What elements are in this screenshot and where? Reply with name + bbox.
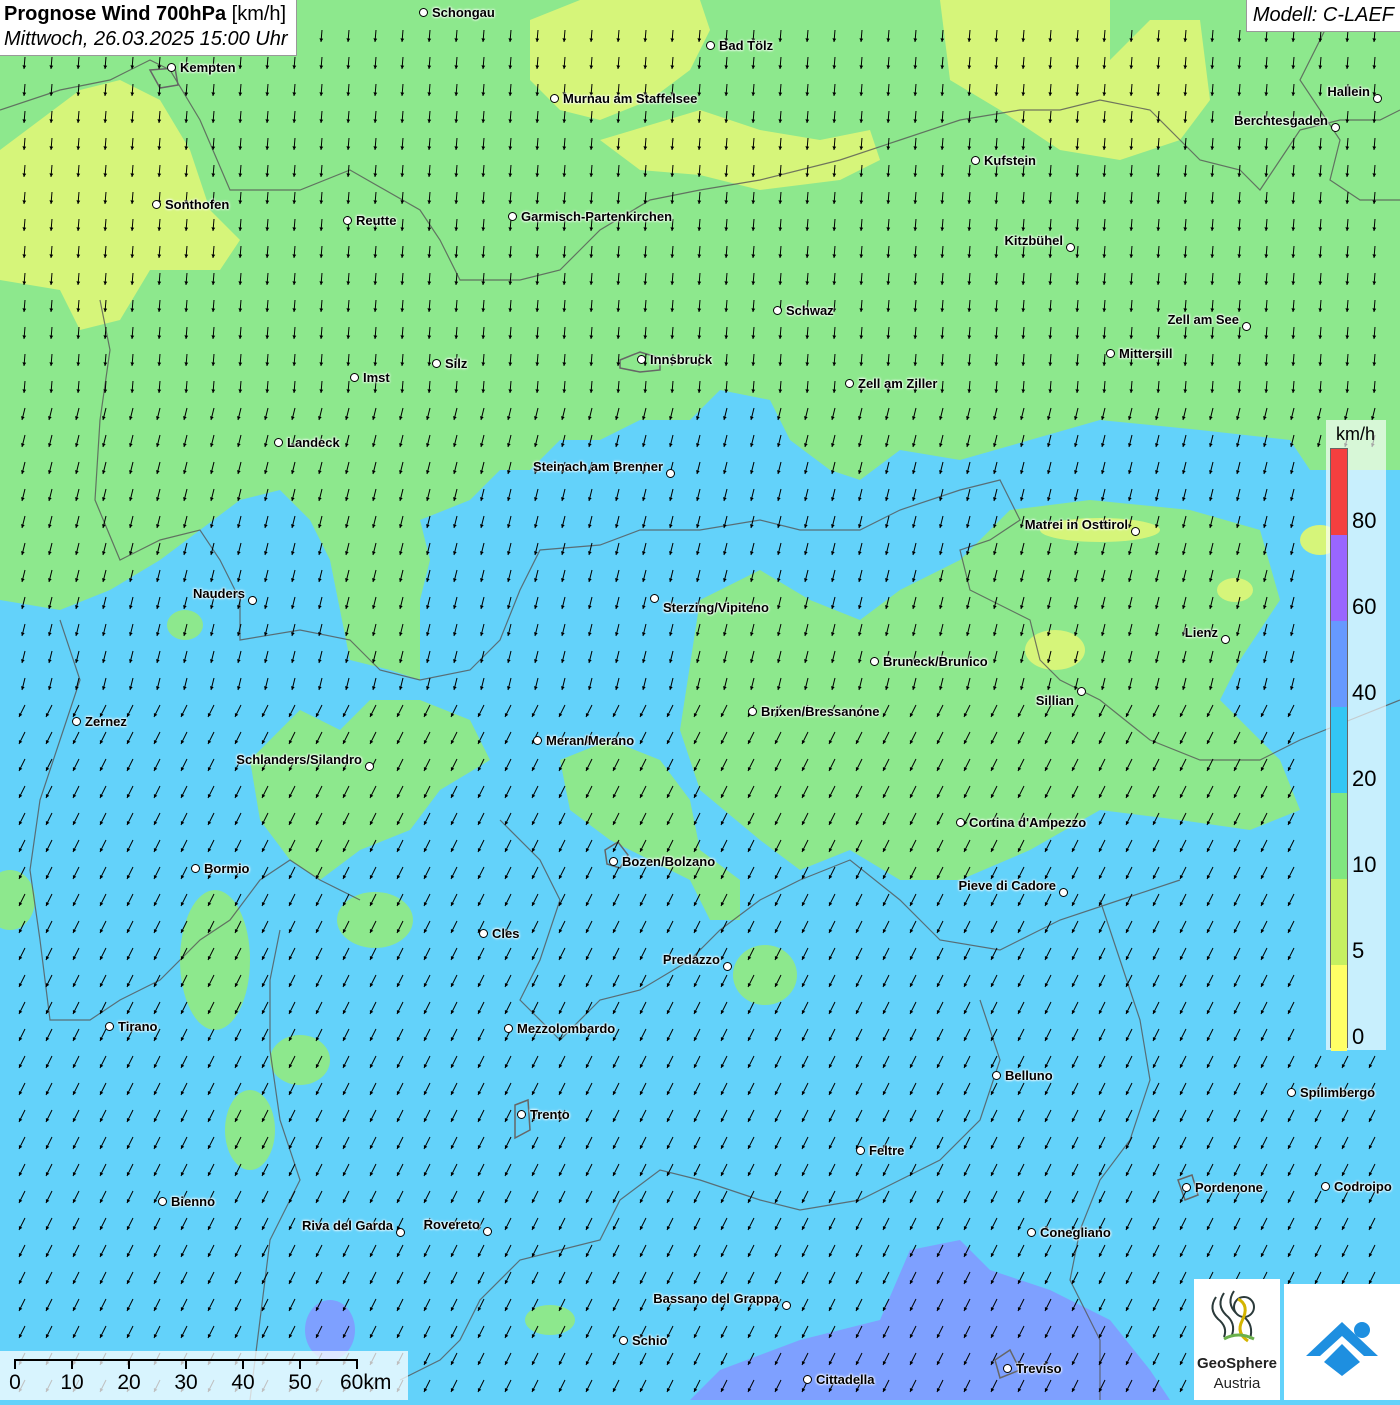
wind-10-20-blob: [180, 890, 250, 1030]
wind-10-20-blob: [270, 1035, 330, 1085]
wind-10-20-blob: [733, 945, 797, 1005]
wind-10-20-blob: [337, 892, 413, 948]
wind-10-20-blob: [167, 610, 203, 640]
wind-5-10-blob: [1217, 578, 1253, 602]
wind-10-20-blob: [225, 1090, 275, 1170]
